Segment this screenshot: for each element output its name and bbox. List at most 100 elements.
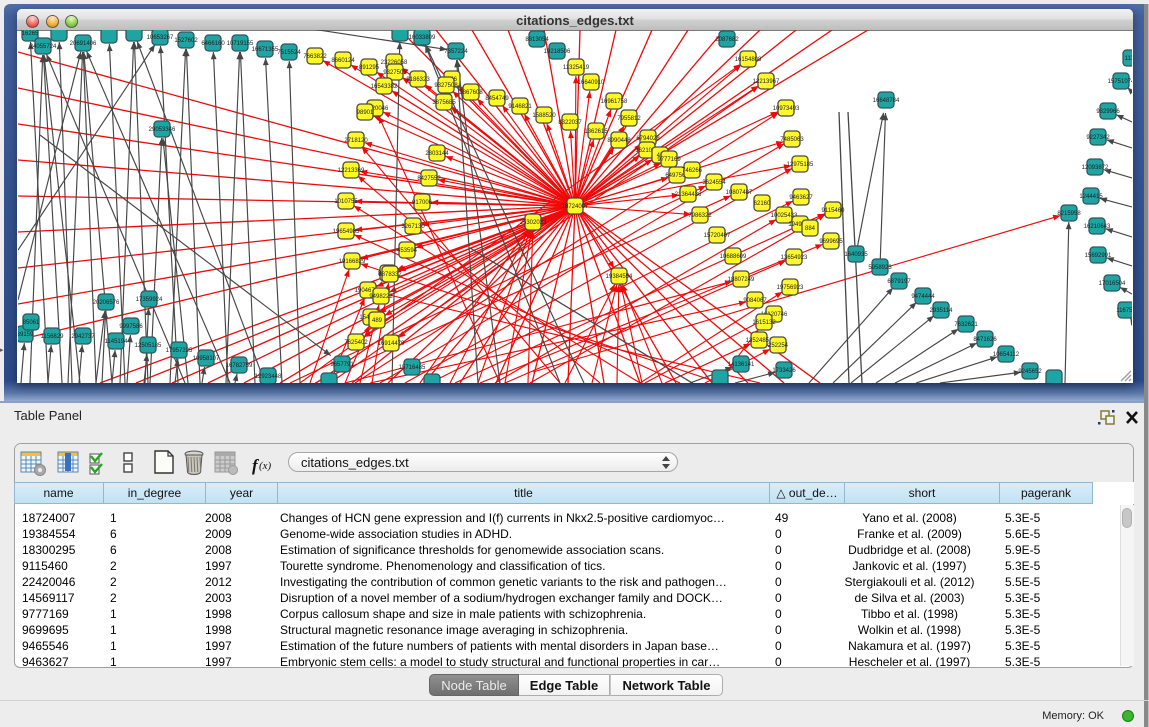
svg-text:489: 489 — [372, 318, 383, 324]
svg-text:98901: 98901 — [357, 110, 374, 116]
svg-text:9657791: 9657791 — [330, 362, 354, 368]
svg-text:(x): (x) — [259, 460, 272, 472]
svg-text:62160: 62160 — [754, 201, 771, 207]
svg-text:7625402: 7625402 — [344, 340, 368, 346]
svg-text:746266: 746266 — [682, 168, 703, 174]
svg-text:1145194: 1145194 — [105, 339, 129, 345]
svg-text:6794028: 6794028 — [636, 136, 660, 142]
svg-text:252254: 252254 — [768, 343, 789, 349]
svg-text:3267130: 3267130 — [401, 224, 425, 230]
svg-text:16033809: 16033809 — [409, 35, 436, 41]
svg-text:15692991: 15692991 — [1085, 253, 1112, 259]
svg-text:6879197: 6879197 — [887, 279, 911, 285]
svg-text:2935114: 2935114 — [930, 308, 954, 314]
svg-text:8427552: 8427552 — [417, 176, 441, 182]
svg-text:17016504: 17016504 — [1099, 281, 1126, 287]
svg-text:9463627: 9463627 — [789, 195, 813, 201]
svg-text:7632621: 7632621 — [954, 322, 978, 328]
svg-text:12213967: 12213967 — [753, 79, 780, 85]
svg-text:2718120: 2718120 — [344, 138, 368, 144]
svg-text:12505185: 12505185 — [135, 343, 162, 349]
svg-text:9498222: 9498222 — [369, 294, 393, 300]
svg-text:6466160: 6466160 — [201, 41, 225, 47]
svg-text:9115460: 9115460 — [822, 208, 846, 214]
svg-text:2867608: 2867608 — [459, 90, 483, 96]
svg-text:10973493: 10973493 — [773, 106, 800, 112]
svg-text:7485063: 7485063 — [780, 137, 804, 143]
svg-text:19756923: 19756923 — [777, 285, 804, 291]
svg-text:16648784: 16648784 — [873, 98, 900, 104]
svg-text:15716485: 15716485 — [399, 365, 426, 371]
svg-text:85061: 85061 — [23, 320, 40, 326]
svg-text:9327508: 9327508 — [434, 83, 458, 89]
svg-text:891295: 891295 — [359, 65, 380, 71]
svg-text:12093872: 12093872 — [1082, 165, 1109, 171]
svg-text:19654985: 19654985 — [333, 229, 360, 235]
svg-text:5958923: 5958923 — [868, 265, 892, 271]
svg-text:8471626: 8471626 — [973, 337, 997, 343]
svg-text:8813054: 8813054 — [525, 37, 549, 43]
svg-text:18807249: 18807249 — [728, 277, 755, 283]
svg-text:1733426: 1733426 — [772, 368, 796, 374]
svg-text:1615132: 1615132 — [752, 320, 776, 326]
svg-text:917006: 917006 — [412, 200, 433, 206]
svg-text:9146821: 9146821 — [508, 104, 532, 110]
svg-text:10688609: 10688609 — [720, 254, 747, 260]
svg-text:2803144: 2803144 — [425, 151, 449, 157]
svg-text:9227342: 9227342 — [1086, 135, 1110, 141]
svg-text:8322037: 8322037 — [558, 120, 582, 126]
svg-text:9699695: 9699695 — [819, 239, 843, 245]
svg-text:12923448: 12923448 — [255, 374, 282, 380]
svg-text:8215958: 8215958 — [1057, 211, 1081, 217]
svg-text:16210643: 16210643 — [1084, 224, 1111, 230]
svg-text:16914479: 16914479 — [378, 341, 405, 347]
svg-text:10958107: 10958107 — [193, 356, 220, 362]
svg-text:1156829: 1156829 — [41, 334, 65, 340]
svg-text:2087682: 2087682 — [715, 37, 739, 43]
svg-text:24055724: 24055724 — [30, 44, 57, 50]
svg-text:20206576: 20206576 — [93, 300, 120, 306]
svg-text:884: 884 — [805, 226, 816, 232]
svg-text:16782759: 16782759 — [226, 363, 253, 369]
svg-text:1588520: 1588520 — [532, 113, 556, 119]
svg-text:8660124: 8660124 — [331, 58, 355, 64]
svg-text:9327503: 9327503 — [383, 70, 407, 76]
svg-text:10654112: 10654112 — [993, 352, 1020, 358]
svg-text:18724007: 18724007 — [562, 204, 589, 210]
svg-text:25302033: 25302033 — [520, 220, 547, 226]
svg-text:19166829: 19166829 — [339, 259, 366, 265]
svg-text:11325419: 11325419 — [563, 65, 590, 71]
svg-text:12975185: 12975185 — [787, 162, 814, 168]
svg-text:1244415: 1244415 — [1079, 194, 1103, 200]
svg-text:453594: 453594 — [397, 248, 418, 254]
svg-text:10719155: 10719155 — [227, 41, 254, 47]
svg-text:19384554: 19384554 — [606, 274, 633, 280]
svg-text:16543382: 16543382 — [371, 84, 398, 90]
svg-text:29053346: 29053346 — [149, 127, 176, 133]
svg-text:17957225: 17957225 — [166, 348, 193, 354]
svg-text:15720407: 15720407 — [704, 233, 731, 239]
svg-text:9777169: 9777169 — [657, 157, 681, 163]
svg-text:21364436: 21364436 — [675, 192, 702, 198]
svg-text:16154808: 16154808 — [735, 57, 762, 63]
svg-text:17359924: 17359924 — [136, 297, 163, 303]
svg-text:14136141: 14136141 — [728, 362, 755, 368]
svg-text:39159: 39159 — [17, 332, 34, 338]
svg-text:9329966: 9329966 — [1096, 109, 1120, 115]
svg-text:12213369: 12213369 — [338, 168, 365, 174]
svg-text:20691406: 20691406 — [70, 41, 97, 47]
svg-text:8878332: 8878332 — [378, 272, 402, 278]
svg-text:7986322: 7986322 — [688, 213, 712, 219]
svg-text:8990448: 8990448 — [607, 138, 631, 144]
svg-text:1640935: 1640935 — [844, 252, 868, 258]
svg-text:16671355: 16671355 — [252, 47, 279, 53]
svg-text:1112: 1112 — [1125, 56, 1138, 62]
svg-text:19218506: 19218506 — [544, 49, 571, 55]
svg-text:9997586: 9997586 — [119, 324, 143, 330]
svg-text:10653267: 10653267 — [147, 35, 174, 41]
svg-text:10807487: 10807487 — [726, 190, 753, 196]
svg-text:7955812: 7955812 — [617, 116, 641, 122]
svg-text:8186323: 8186323 — [406, 77, 430, 83]
svg-text:3624554: 3624554 — [702, 180, 726, 186]
svg-text:7663822: 7663822 — [303, 54, 327, 60]
